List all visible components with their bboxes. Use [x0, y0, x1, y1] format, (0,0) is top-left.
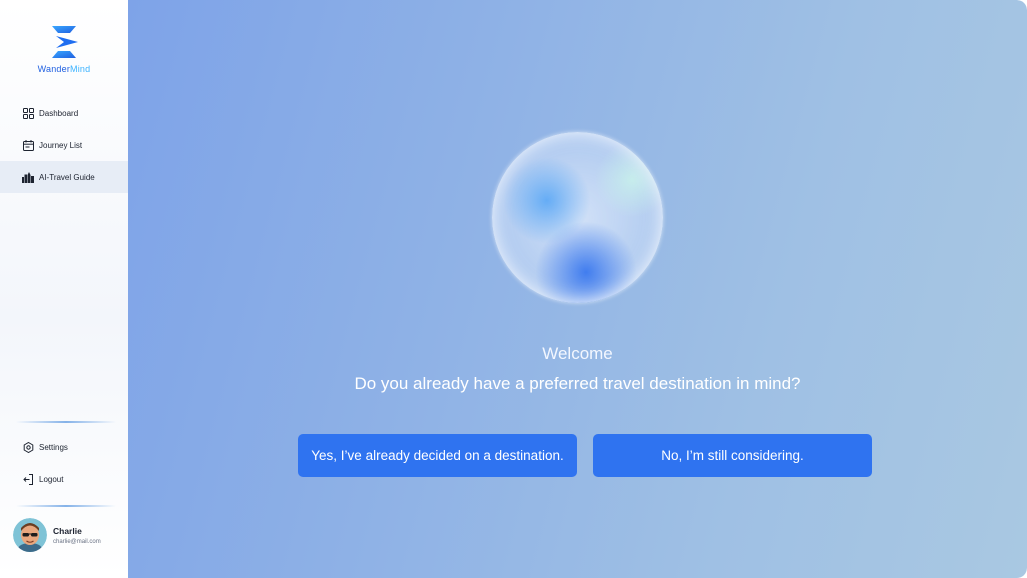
user-email: charlie@mail.com	[53, 538, 101, 545]
destination-question: Do you already have a preferred travel d…	[354, 374, 801, 393]
brand-name: WanderMind	[0, 64, 128, 74]
sidebar-item-label: Settings	[39, 442, 68, 452]
sidebar-item-label: Journey List	[39, 140, 83, 150]
city-icon	[22, 171, 34, 183]
welcome-heading: Welcome	[542, 344, 613, 363]
sidebar-item-label: Logout	[39, 474, 64, 484]
sidebar-item-dashboard[interactable]: Dashboard	[0, 97, 128, 129]
ai-orb	[492, 132, 663, 303]
logout-icon	[22, 473, 34, 485]
logo[interactable]: WanderMind	[0, 24, 128, 74]
user-profile[interactable]: Charlie charlie@mail.com	[13, 517, 123, 553]
sidebar-item-label: AI-Travel Guide	[39, 172, 95, 182]
gear-icon	[22, 441, 34, 453]
grid-icon	[22, 107, 34, 119]
avatar[interactable]	[13, 518, 47, 552]
calendar-icon	[22, 139, 34, 151]
user-info: Charlie charlie@mail.com	[53, 526, 101, 545]
sidebar: WanderMind Dashboard Journey List AI-Tra…	[0, 0, 128, 578]
sidebar-item-settings[interactable]: Settings	[0, 431, 128, 463]
sidebar-item-journey-list[interactable]: Journey List	[0, 129, 128, 161]
yes-decided-button[interactable]: Yes, I’ve already decided on a destinati…	[298, 434, 577, 477]
sidebar-item-logout[interactable]: Logout	[0, 463, 128, 495]
no-considering-button[interactable]: No, I’m still considering.	[593, 434, 872, 477]
main-panel: Welcome Do you already have a preferred …	[128, 0, 1027, 578]
sidebar-divider-top	[16, 421, 116, 423]
app-window: WanderMind Dashboard Journey List AI-Tra…	[0, 0, 1027, 578]
sidebar-divider-bottom	[16, 505, 116, 507]
user-name: Charlie	[53, 525, 82, 536]
brand-name-part2: Mind	[70, 64, 91, 74]
logo-icon	[52, 26, 78, 58]
sidebar-bottom-nav: Settings Logout	[0, 431, 128, 495]
sidebar-item-label: Dashboard	[39, 108, 79, 118]
brand-name-part1: Wander	[37, 64, 71, 74]
sidebar-nav: Dashboard Journey List AI-Travel Guide	[0, 97, 128, 193]
sidebar-item-ai-travel-guide[interactable]: AI-Travel Guide	[0, 161, 128, 193]
